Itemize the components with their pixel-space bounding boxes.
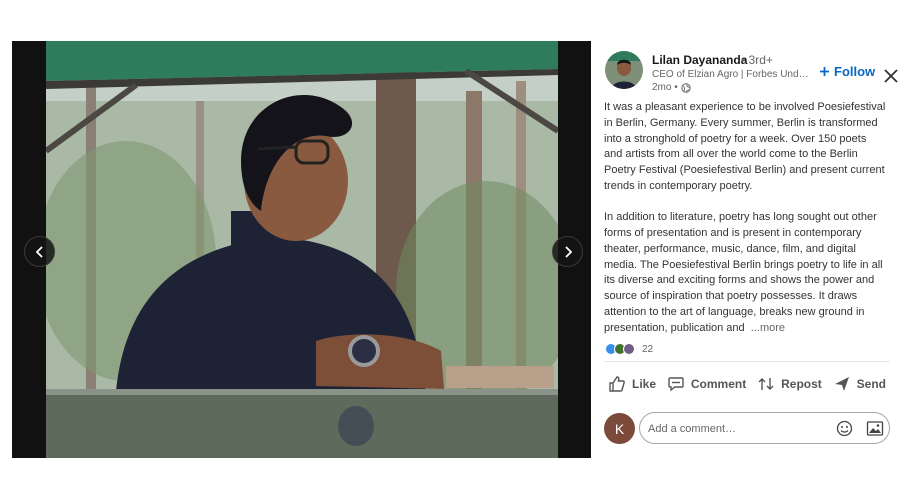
post-paragraph: In addition to literature, poetry has lo…: [604, 210, 886, 336]
follow-label: Follow: [834, 64, 876, 79]
social-actions: Like Comment Repost Send: [604, 372, 890, 396]
comment-label: Comment: [690, 377, 747, 391]
reaction-icons: [605, 343, 635, 355]
comment-input[interactable]: [648, 420, 818, 438]
plus-icon: [820, 67, 829, 76]
author-name[interactable]: Lilan Dayananda: [652, 53, 747, 67]
globe-icon: [681, 82, 691, 93]
user-avatar[interactable]: K: [604, 413, 635, 444]
repost-icon: [758, 378, 774, 390]
post-paragraph-text: In addition to literature, poetry has lo…: [604, 211, 883, 334]
author-headline: CEO of Elzian Agro | Forbes Under 30: [652, 69, 814, 80]
post-photo: [46, 41, 558, 458]
media-viewer: [12, 41, 591, 458]
comment-box[interactable]: [639, 412, 890, 444]
comment-composer: K: [604, 412, 890, 444]
close-button[interactable]: [882, 67, 900, 85]
post-text: It was a pleasant experience to be invol…: [604, 100, 886, 336]
like-label: Like: [632, 377, 657, 391]
like-button[interactable]: Like: [604, 375, 660, 393]
repost-button[interactable]: Repost: [753, 375, 826, 393]
send-label: Send: [856, 377, 886, 391]
repost-label: Repost: [781, 377, 822, 391]
close-icon: [884, 69, 898, 83]
post-details-panel: Lilan Dayananda • 3rd+ CEO of Elzian Agr…: [591, 41, 900, 458]
author-photo: [605, 51, 643, 89]
emoji-icon[interactable]: [836, 420, 853, 437]
comment-button[interactable]: Comment: [663, 375, 750, 393]
previous-image-button[interactable]: [24, 236, 55, 267]
see-more-link[interactable]: ...more: [751, 322, 785, 334]
divider: [604, 361, 890, 362]
post-age: 2mo •: [652, 82, 678, 93]
reaction-count: 22: [642, 343, 654, 355]
post-author: Lilan Dayananda • 3rd+ CEO of Elzian Agr…: [605, 51, 898, 95]
send-icon: [834, 377, 849, 391]
comment-icon: [668, 377, 684, 392]
thumbs-up-icon: [609, 376, 625, 392]
image-icon[interactable]: [866, 420, 884, 437]
support-reaction-icon: [623, 343, 635, 355]
chevron-left-icon: [35, 245, 43, 258]
post-paragraph: It was a pleasant experience to be invol…: [604, 101, 886, 192]
send-button[interactable]: Send: [829, 375, 890, 393]
author-avatar[interactable]: [605, 51, 643, 89]
follow-button[interactable]: Follow: [819, 64, 875, 79]
photo-illustration: [46, 41, 558, 458]
post-timestamp: 2mo •: [652, 82, 691, 93]
connection-degree: • 3rd+: [741, 53, 773, 67]
next-image-button[interactable]: [552, 236, 583, 267]
chevron-right-icon: [564, 245, 572, 258]
reaction-summary[interactable]: 22: [605, 343, 653, 355]
